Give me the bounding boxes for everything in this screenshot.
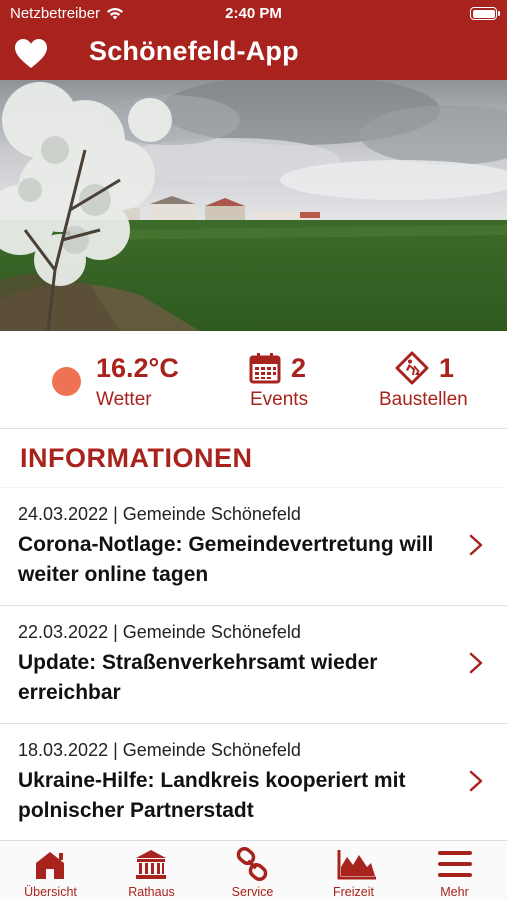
status-bar: Netzbetreiber 2:40 PM: [0, 0, 507, 28]
events-label: Events: [250, 389, 309, 410]
tab-service[interactable]: Service: [202, 841, 303, 900]
section-header: INFORMATIONEN: [0, 429, 507, 487]
tab-freizeit[interactable]: Freizeit: [303, 841, 404, 900]
roadwork-sign-icon: [395, 351, 429, 385]
menu-icon: [438, 851, 472, 877]
chevron-right-icon: [469, 770, 483, 792]
heart-icon[interactable]: [13, 36, 49, 72]
app-header: Schönefeld-App: [0, 28, 507, 80]
news-headline: Corona-Notlage: Gemeindevertretung will …: [18, 533, 434, 586]
chevron-right-icon: [469, 652, 483, 674]
section-title: INFORMATIONEN: [20, 443, 253, 473]
news-item[interactable]: 24.03.2022 | Gemeinde Schönefeld Corona-…: [0, 488, 507, 606]
sun-icon: [52, 367, 81, 396]
tab-mehr[interactable]: Mehr: [404, 841, 505, 900]
events-value: 2: [291, 353, 307, 383]
hero-image: [0, 80, 507, 331]
news-meta: 18.03.2022 | Gemeinde Schönefeld: [18, 740, 301, 760]
landscape-icon: [337, 850, 376, 880]
chain-link-icon: [236, 847, 268, 881]
weather-label: Wetter: [96, 389, 152, 410]
tab-label: Mehr: [440, 885, 469, 899]
news-headline: Ukraine-Hilfe: Landkreis kooperiert mit …: [18, 769, 406, 822]
tab-label: Rathaus: [128, 885, 175, 899]
battery-icon: [470, 7, 500, 20]
news-item[interactable]: 22.03.2022 | Gemeinde Schönefeld Update:…: [0, 606, 507, 724]
tab-label: Übersicht: [24, 885, 77, 899]
tab-label: Freizeit: [333, 885, 374, 899]
events-stat[interactable]: 2 Events: [248, 331, 348, 429]
status-time: 2:40 PM: [225, 5, 282, 22]
tab-uebersicht[interactable]: Übersicht: [0, 841, 101, 900]
stats-bar: 16.2°C Wetter 2 Events 1 Baustellen: [0, 331, 507, 429]
construction-stat[interactable]: 1 Baustellen: [378, 331, 498, 429]
news-headline: Update: Straßenverkehrsamt wieder erreic…: [18, 651, 378, 704]
weather-value: 16.2°C: [96, 353, 179, 383]
news-list: 24.03.2022 | Gemeinde Schönefeld Corona-…: [0, 488, 507, 842]
chevron-right-icon: [469, 534, 483, 556]
news-meta: 22.03.2022 | Gemeinde Schönefeld: [18, 622, 301, 642]
tab-rathaus[interactable]: Rathaus: [101, 841, 202, 900]
news-meta: 24.03.2022 | Gemeinde Schönefeld: [18, 504, 301, 524]
construction-value: 1: [439, 353, 455, 383]
news-item[interactable]: 18.03.2022 | Gemeinde Schönefeld Ukraine…: [0, 724, 507, 842]
weather-stat[interactable]: 16.2°C Wetter: [50, 331, 200, 429]
house-icon: [36, 852, 64, 879]
calendar-icon: [249, 353, 281, 384]
construction-label: Baustellen: [379, 389, 468, 410]
tab-label: Service: [231, 885, 274, 899]
tab-bar: Übersicht Rathaus Service Freizeit Mehr: [0, 840, 507, 900]
town-hall-icon: [136, 850, 166, 879]
app-title: Schönefeld-App: [89, 36, 299, 66]
